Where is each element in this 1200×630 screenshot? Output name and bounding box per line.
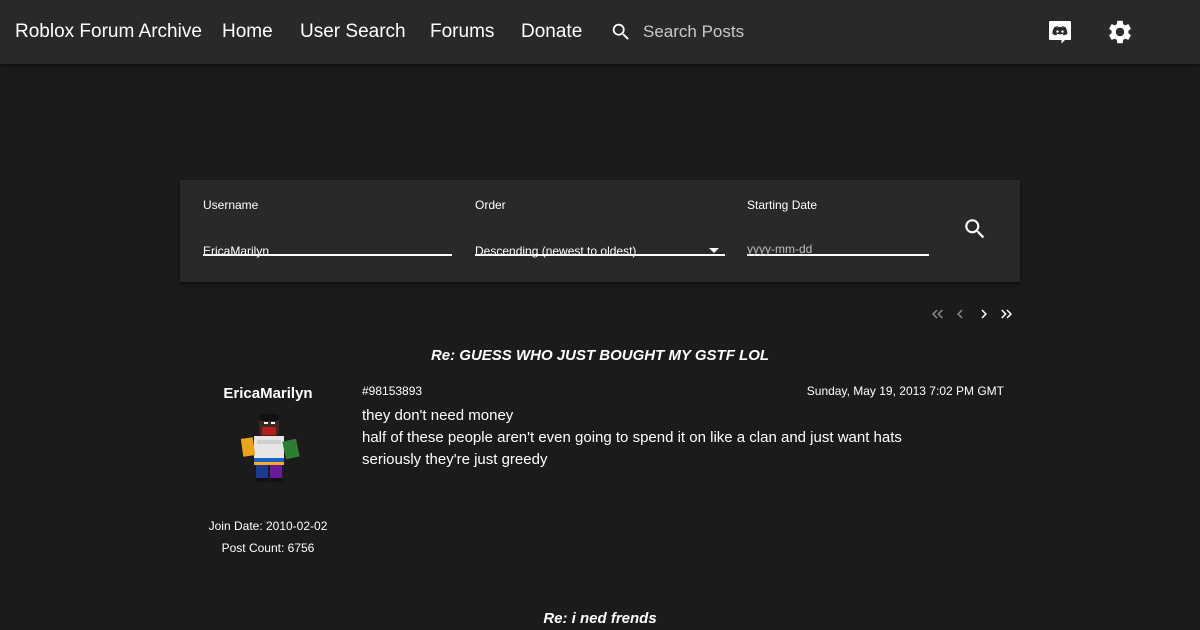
- top-navbar: Roblox Forum Archive Home User Search Fo…: [0, 0, 1200, 64]
- order-select[interactable]: Descending (newest to oldest): [475, 226, 725, 258]
- last-page-icon[interactable]: [997, 305, 1015, 323]
- post-title[interactable]: Re: GUESS WHO JUST BOUGHT MY GSTF LOL: [0, 347, 1200, 364]
- username-field: Username EricaMarilyn: [203, 198, 452, 258]
- search-posts-input[interactable]: [643, 22, 943, 42]
- author-join-date: Join Date: 2010-02-02: [208, 519, 328, 533]
- post-search: [610, 20, 943, 44]
- nav-link-donate[interactable]: Donate: [521, 21, 582, 43]
- post-line: they don't need money: [362, 407, 514, 424]
- post-author-name[interactable]: EricaMarilyn: [180, 385, 356, 402]
- nav-link-home[interactable]: Home: [222, 21, 273, 43]
- starting-date-label: Starting Date: [747, 198, 818, 212]
- starting-date-wrapper: [747, 226, 929, 256]
- order-label: Order: [475, 198, 506, 212]
- search-icon[interactable]: [610, 21, 632, 43]
- starting-date-field: Starting Date: [747, 198, 929, 256]
- site-brand[interactable]: Roblox Forum Archive: [15, 21, 202, 43]
- post-timestamp: Sunday, May 19, 2013 7:02 PM GMT: [806, 384, 1004, 398]
- avatar[interactable]: [235, 410, 305, 488]
- nav-link-forums[interactable]: Forums: [430, 21, 494, 43]
- post-id[interactable]: #98153893: [362, 384, 422, 398]
- post-line: half of these people aren't even going t…: [362, 429, 902, 446]
- username-input[interactable]: EricaMarilyn: [203, 226, 452, 258]
- post-title[interactable]: Re: i ned frends: [0, 610, 1200, 627]
- search-icon[interactable]: [962, 216, 988, 242]
- starting-date-input[interactable]: [747, 242, 929, 256]
- nav-link-user-search[interactable]: User Search: [300, 21, 406, 43]
- order-field: Order Descending (newest to oldest): [475, 198, 725, 258]
- post-body: they don't need money half of these peop…: [362, 405, 1002, 471]
- post-line: seriously they're just greedy: [362, 451, 548, 468]
- username-label: Username: [203, 198, 259, 212]
- discord-icon[interactable]: [1046, 18, 1074, 46]
- order-selected-value: Descending (newest to oldest): [475, 244, 637, 258]
- author-post-count: Post Count: 6756: [221, 541, 315, 555]
- next-page-icon[interactable]: [975, 305, 993, 323]
- dropdown-arrow-icon: [709, 248, 719, 253]
- user-search-filters: Username EricaMarilyn Order Descending (…: [180, 180, 1020, 282]
- first-page-icon[interactable]: [929, 305, 947, 323]
- prev-page-icon[interactable]: [951, 305, 969, 323]
- gear-icon[interactable]: [1106, 18, 1134, 46]
